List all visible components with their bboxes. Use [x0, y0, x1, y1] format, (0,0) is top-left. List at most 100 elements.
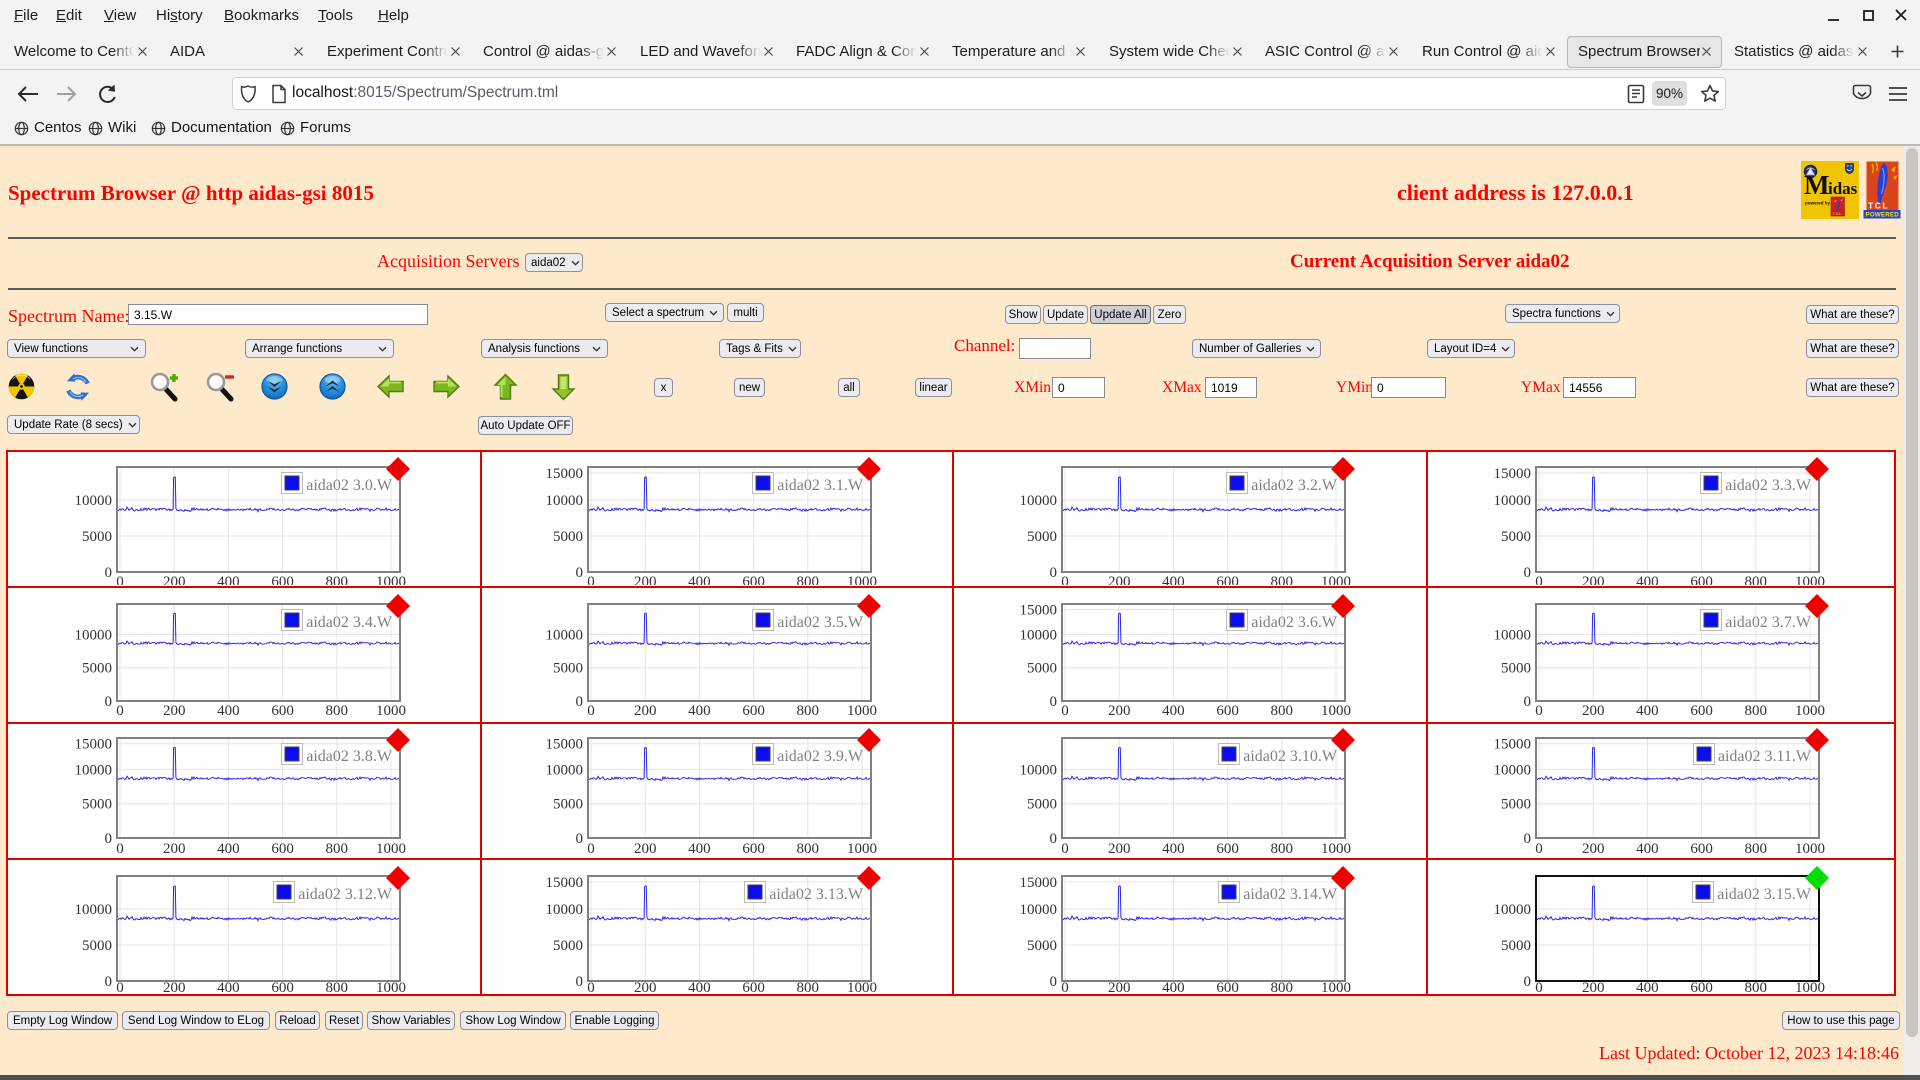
svg-text:10000: 10000	[546, 762, 584, 778]
svg-text:800: 800	[326, 703, 349, 719]
svg-text:800: 800	[1271, 980, 1294, 994]
svg-text:1000: 1000	[847, 574, 877, 585]
svg-text:aida02 3.6.W: aida02 3.6.W	[1251, 614, 1338, 631]
svg-text:5000: 5000	[1501, 529, 1531, 545]
svg-text:200: 200	[163, 574, 186, 585]
svg-text:600: 600	[1690, 980, 1713, 994]
svg-text:800: 800	[1745, 703, 1768, 719]
svg-text:5000: 5000	[1027, 797, 1057, 813]
svg-text:200: 200	[1582, 703, 1605, 719]
svg-text:800: 800	[1745, 980, 1768, 994]
svg-text:1000: 1000	[1321, 841, 1351, 857]
svg-text:0: 0	[1524, 565, 1532, 581]
svg-text:400: 400	[1636, 841, 1659, 857]
svg-text:400: 400	[1162, 703, 1185, 719]
svg-text:800: 800	[797, 841, 820, 857]
svg-text:10000: 10000	[1020, 902, 1058, 918]
svg-text:aida02 3.2.W: aida02 3.2.W	[1251, 477, 1338, 494]
svg-text:200: 200	[1582, 841, 1605, 857]
svg-text:800: 800	[797, 574, 820, 585]
svg-text:0: 0	[1050, 694, 1058, 710]
svg-text:10000: 10000	[1494, 762, 1532, 778]
svg-text:0: 0	[576, 831, 584, 847]
svg-text:600: 600	[742, 841, 765, 857]
svg-text:5000: 5000	[82, 938, 112, 954]
svg-text:5000: 5000	[1027, 661, 1057, 677]
svg-text:800: 800	[326, 574, 349, 585]
svg-text:1000: 1000	[1321, 980, 1351, 994]
svg-text:5000: 5000	[1501, 938, 1531, 954]
svg-text:0: 0	[1050, 831, 1058, 847]
svg-text:0: 0	[1050, 974, 1058, 990]
svg-text:400: 400	[1636, 980, 1659, 994]
svg-text:400: 400	[1162, 841, 1185, 857]
svg-text:aida02 3.1.W: aida02 3.1.W	[777, 477, 864, 494]
svg-text:1000: 1000	[1795, 703, 1825, 719]
svg-text:800: 800	[1271, 703, 1294, 719]
svg-text:1000: 1000	[376, 841, 406, 857]
svg-text:200: 200	[634, 841, 657, 857]
svg-text:400: 400	[217, 841, 240, 857]
svg-text:200: 200	[634, 980, 657, 994]
svg-text:600: 600	[1216, 574, 1239, 585]
svg-text:600: 600	[271, 980, 294, 994]
svg-text:aida02 3.12.W: aida02 3.12.W	[298, 886, 393, 903]
svg-text:1000: 1000	[847, 703, 877, 719]
svg-text:powered by: powered by	[1805, 201, 1831, 206]
svg-text:15000: 15000	[1020, 603, 1058, 619]
svg-text:aida02 3.11.W: aida02 3.11.W	[1718, 748, 1812, 765]
svg-text:400: 400	[1636, 574, 1659, 585]
svg-text:200: 200	[1108, 841, 1131, 857]
svg-text:1000: 1000	[1795, 574, 1825, 585]
svg-text:aida02 3.7.W: aida02 3.7.W	[1725, 614, 1812, 631]
svg-text:0: 0	[1524, 694, 1532, 710]
svg-text:5000: 5000	[1501, 797, 1531, 813]
svg-text:800: 800	[326, 841, 349, 857]
svg-text:600: 600	[742, 574, 765, 585]
svg-text:0: 0	[576, 974, 584, 990]
svg-text:aida02 3.15.W: aida02 3.15.W	[1717, 886, 1812, 903]
svg-text:5000: 5000	[1027, 529, 1057, 545]
svg-text:1000: 1000	[376, 703, 406, 719]
svg-text:600: 600	[1216, 980, 1239, 994]
svg-text:0: 0	[576, 565, 584, 581]
svg-text:600: 600	[1216, 841, 1239, 857]
svg-text:600: 600	[742, 980, 765, 994]
svg-text:15000: 15000	[546, 466, 584, 482]
svg-text:200: 200	[634, 703, 657, 719]
svg-text:0: 0	[105, 694, 113, 710]
svg-text:5000: 5000	[553, 529, 583, 545]
svg-text:5000: 5000	[82, 797, 112, 813]
svg-text:0: 0	[1061, 841, 1069, 857]
svg-text:600: 600	[271, 574, 294, 585]
svg-text:0: 0	[116, 703, 124, 719]
svg-text:200: 200	[1582, 980, 1605, 994]
svg-text:10000: 10000	[546, 628, 584, 644]
svg-text:400: 400	[1162, 980, 1185, 994]
svg-text:0: 0	[587, 703, 595, 719]
svg-text:1000: 1000	[376, 980, 406, 994]
svg-text:600: 600	[271, 841, 294, 857]
svg-text:400: 400	[217, 980, 240, 994]
svg-text:200: 200	[163, 980, 186, 994]
svg-text:800: 800	[326, 980, 349, 994]
svg-text:400: 400	[688, 574, 711, 585]
svg-text:200: 200	[1108, 703, 1131, 719]
svg-text:15000: 15000	[75, 737, 113, 753]
svg-text:15000: 15000	[1494, 466, 1532, 482]
svg-text:aida02 3.8.W: aida02 3.8.W	[306, 748, 393, 765]
svg-text:5000: 5000	[553, 661, 583, 677]
svg-text:600: 600	[1690, 841, 1713, 857]
svg-text:0: 0	[116, 841, 124, 857]
svg-text:1000: 1000	[1795, 980, 1825, 994]
svg-text:600: 600	[1690, 703, 1713, 719]
svg-text:aida02 3.13.W: aida02 3.13.W	[769, 886, 864, 903]
svg-text:400: 400	[217, 574, 240, 585]
svg-text:aida02 3.0.W: aida02 3.0.W	[306, 477, 393, 494]
svg-text:200: 200	[163, 841, 186, 857]
svg-text:200: 200	[163, 703, 186, 719]
svg-text:200: 200	[1108, 574, 1131, 585]
svg-text:10000: 10000	[546, 493, 584, 509]
svg-text:800: 800	[1745, 574, 1768, 585]
svg-text:400: 400	[1636, 703, 1659, 719]
